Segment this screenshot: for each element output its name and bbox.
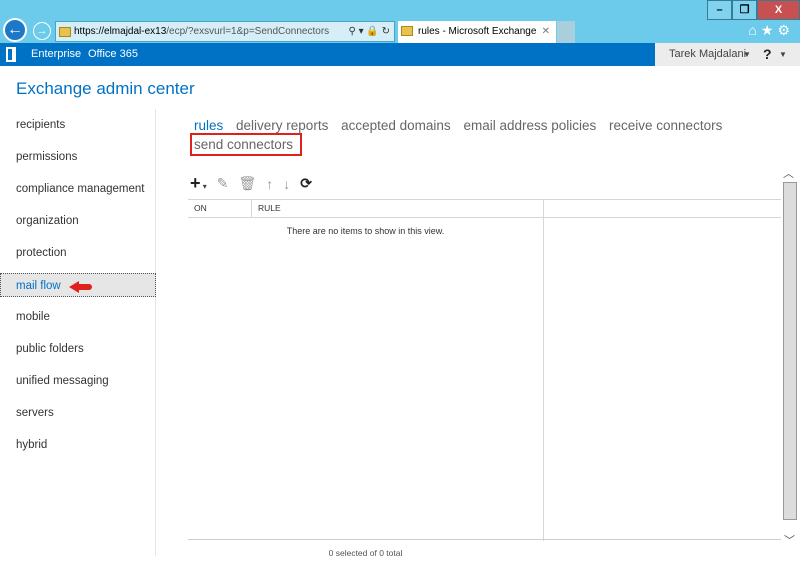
forward-button[interactable]: → <box>33 22 51 40</box>
sidebar-item-public-folders[interactable]: public folders <box>0 337 156 361</box>
column-on[interactable]: ON <box>194 200 207 217</box>
address-bar[interactable]: https://elmajdal-ex13/ecp/?exsvurl=1&p=S… <box>55 21 395 42</box>
new-tab-button[interactable] <box>557 21 575 43</box>
restore-button[interactable]: ❐ <box>732 0 757 20</box>
sidebar-item-hybrid[interactable]: hybrid <box>0 433 156 457</box>
scrollbar[interactable] <box>783 182 797 520</box>
help-button[interactable]: ? <box>763 46 772 62</box>
sidebar-item-compliance[interactable]: compliance management <box>0 177 156 201</box>
nav-office365[interactable]: Office 365 <box>88 48 138 60</box>
browser-tab[interactable]: rules - Microsoft Exchange ✕ <box>398 21 556 43</box>
scroll-up-icon[interactable]: ︿ <box>783 165 794 181</box>
sidebar-item-unified-messaging[interactable]: unified messaging <box>0 369 156 393</box>
favorites-star-icon[interactable]: ★ <box>761 22 778 38</box>
sidebar-item-servers[interactable]: servers <box>0 401 156 425</box>
page-title: Exchange admin center <box>16 79 195 98</box>
close-tab-icon[interactable]: ✕ <box>542 21 550 43</box>
sidebar-item-organization[interactable]: organization <box>0 209 156 233</box>
home-icon[interactable]: ⌂ <box>748 22 760 38</box>
column-rule[interactable]: RULE <box>258 200 281 217</box>
site-icon <box>59 27 71 37</box>
nav-enterprise[interactable]: Enterprise <box>31 48 81 60</box>
chevron-down-icon[interactable]: ▼ <box>779 50 787 59</box>
tab-icon <box>401 26 413 36</box>
close-button[interactable]: X <box>757 0 800 20</box>
highlight-box <box>190 133 302 156</box>
refresh-icon[interactable]: ⟳ <box>300 175 312 192</box>
sidebar-item-permissions[interactable]: permissions <box>0 145 156 169</box>
details-pane-divider <box>543 200 544 541</box>
red-arrow-icon <box>69 281 92 293</box>
minimize-button[interactable]: – <box>707 0 732 20</box>
scroll-down-icon[interactable]: ﹀ <box>784 532 795 548</box>
sidebar-item-mail-flow[interactable]: mail flow <box>0 273 156 297</box>
tab-rules[interactable]: rules <box>194 118 223 133</box>
sidebar: recipients permissions compliance manage… <box>0 109 156 556</box>
tab-receive-connectors[interactable]: receive connectors <box>609 118 722 133</box>
office-logo-icon <box>6 47 16 62</box>
edit-icon[interactable]: ✎ <box>217 175 229 192</box>
rules-table: ON RULE There are no items to show in th… <box>188 199 781 541</box>
search-lock-refresh-icons[interactable]: ⚲ ▾ 🔒 ↻ <box>348 22 390 41</box>
plus-icon: + <box>190 173 201 193</box>
browser-chrome: – ❐ X ← → https://elmajdal-ex13/ecp/?exs… <box>0 0 800 43</box>
empty-message: There are no items to show in this view. <box>286 226 445 236</box>
sidebar-item-recipients[interactable]: recipients <box>0 113 156 137</box>
gear-icon[interactable]: ⚙ <box>777 22 794 38</box>
move-up-icon[interactable]: ↑ <box>266 176 273 192</box>
toolbar: + ▾ ✎ 🗑 ↑ ↓ ⟳ <box>190 173 312 194</box>
delete-icon[interactable]: 🗑 <box>239 175 257 192</box>
tab-email-address-policies[interactable]: email address policies <box>463 118 596 133</box>
tab-accepted-domains[interactable]: accepted domains <box>341 118 451 133</box>
add-button[interactable]: + ▾ <box>190 173 207 194</box>
selection-count: 0 selected of 0 total <box>328 548 403 558</box>
sidebar-item-mobile[interactable]: mobile <box>0 305 156 329</box>
top-nav: Enterprise Office 365 Tarek Majdalani ▼ … <box>0 43 800 66</box>
move-down-icon[interactable]: ↓ <box>283 176 290 192</box>
tab-delivery-reports[interactable]: delivery reports <box>236 118 328 133</box>
back-button[interactable]: ← <box>3 18 27 42</box>
chevron-down-icon[interactable]: ▼ <box>743 50 751 59</box>
user-menu[interactable]: Tarek Majdalani <box>669 48 746 60</box>
sidebar-item-protection[interactable]: protection <box>0 241 156 265</box>
